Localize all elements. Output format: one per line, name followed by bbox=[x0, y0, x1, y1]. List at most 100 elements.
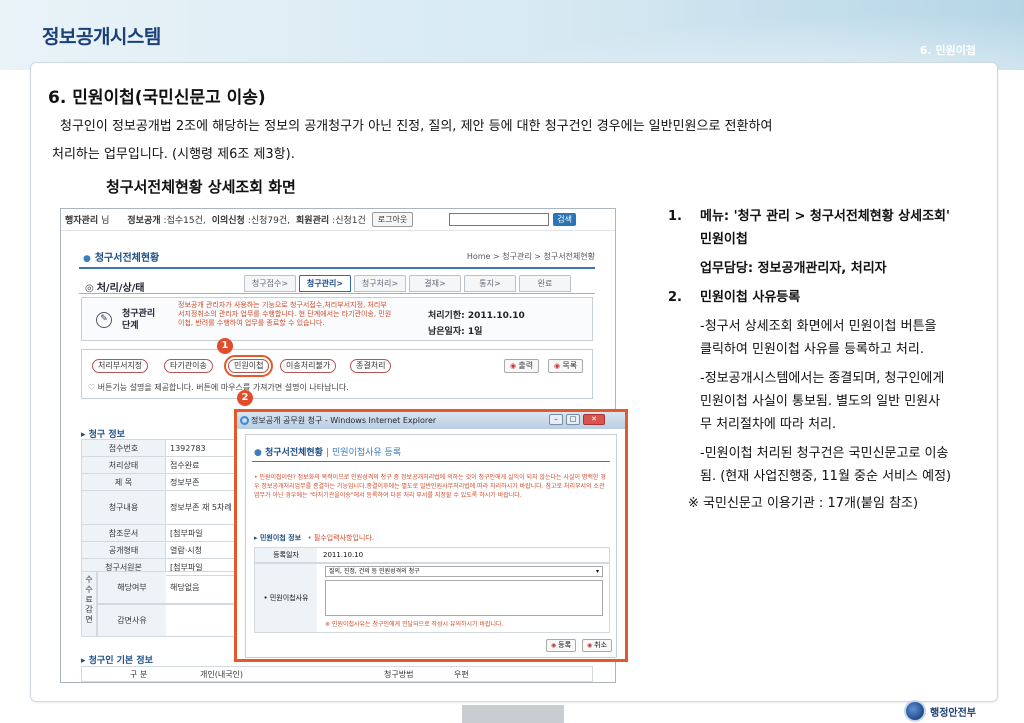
list-button[interactable]: 목록 bbox=[548, 359, 584, 373]
required-note: • 필수입력사항입니다. bbox=[307, 534, 375, 542]
item-number: 1. bbox=[668, 209, 682, 224]
fee-reason-row: 감면사유 bbox=[97, 604, 241, 637]
slide-title: 정보공개시스템 bbox=[42, 26, 161, 48]
transfer-unavailable-button[interactable]: 이송처리불가 bbox=[280, 359, 337, 373]
cancel-button[interactable]: 취소 bbox=[582, 639, 613, 652]
row-label: 처리상태 bbox=[81, 456, 166, 474]
row-value: 1392783 bbox=[165, 439, 241, 457]
top-status-bar: 행자관리 님 정보공개 :접수15건, 이의신청 :신청79건, 회원관리 :신… bbox=[61, 209, 615, 231]
table-row: 제 목 정보부존 bbox=[81, 473, 241, 491]
step-marker-2: 2 bbox=[237, 390, 253, 406]
civil-petition-transfer-button[interactable]: 민원이첩 bbox=[223, 355, 274, 377]
explanation-paragraph: -민원이첩 처리된 청구건은 국민신문고로 이송됨. (현재 사업진행중, 11… bbox=[700, 446, 952, 484]
popup-description: • 민원이첩이란? 정보화의 목적이므로 민원성격의 청구 중 정보공개처리법에… bbox=[254, 474, 606, 499]
requester-type-label: 구 분 bbox=[130, 670, 148, 679]
step-marker-1: 1 bbox=[217, 338, 233, 354]
search-button[interactable]: 검색 bbox=[553, 213, 576, 226]
footer-bar bbox=[462, 705, 564, 723]
tab-complete[interactable]: 완료 bbox=[519, 275, 571, 292]
petition-info-title: 민원이첩 정보 bbox=[259, 534, 302, 542]
close-process-button[interactable]: 종결처리 bbox=[350, 359, 392, 373]
row-value[interactable]: [첨부파일 bbox=[165, 524, 241, 542]
popup-window-title: 정보공개 공무원 청구 - Windows Internet Explorer bbox=[251, 416, 437, 425]
row-label: 제 목 bbox=[81, 473, 166, 491]
user-suffix: 님 bbox=[101, 216, 110, 226]
popup-divider bbox=[252, 461, 610, 462]
tab-approval[interactable]: 결재> bbox=[409, 275, 461, 292]
slide-header: 정보공개시스템 6. 민원이첩 bbox=[0, 0, 1024, 70]
header-decoration bbox=[424, 0, 1024, 70]
requester-info-heading: 청구인 기본 정보 bbox=[81, 653, 153, 666]
row-label: 청구내용 bbox=[81, 490, 166, 525]
row-value: 정보부존 bbox=[165, 473, 241, 491]
explanation-paragraph: -정보공개시스템에서는 종결되며, 청구인에게 민원이첩 사실이 통보됨. 별도… bbox=[700, 371, 945, 432]
request-method-value: 우편 bbox=[454, 670, 469, 679]
ministry-name: 행정안전부 bbox=[930, 707, 976, 719]
list-item: 2. 민원이첩 사유등록 bbox=[668, 286, 952, 309]
browser-icon bbox=[240, 416, 249, 425]
logout-button[interactable]: 로그아웃 bbox=[371, 212, 414, 227]
register-button[interactable]: 등록 bbox=[546, 639, 577, 652]
minimize-icon[interactable]: – bbox=[549, 414, 563, 425]
row-value: 해당없음 bbox=[170, 583, 200, 592]
item-text: 메뉴: '청구 관리 > 청구서전체현황 상세조회' 민원이첩 bbox=[700, 209, 951, 247]
requester-info-row: 구 분 개인(내국인) 청구방법 우편 bbox=[81, 666, 593, 682]
heading-divider bbox=[79, 267, 595, 269]
row-label: 해당여부 bbox=[98, 572, 166, 603]
status-stage-label: 청구관리 단계 bbox=[122, 309, 156, 331]
table-row: 공개형태 열람·시청 bbox=[81, 541, 241, 559]
item-subtext: 업무담당: 정보공개관리자, 처리자 bbox=[700, 261, 887, 276]
page-heading: 청구서전체현황 bbox=[83, 249, 159, 264]
popup-body: 청구서전체현황 | 민원이첩사유 등록 • 민원이첩이란? 정보화의 목적이므로… bbox=[245, 434, 617, 658]
info-count-value: :접수15건, bbox=[163, 216, 206, 226]
fee-reduction-label: 수수료감면 bbox=[81, 571, 97, 637]
registration-date-label: 등록일자 bbox=[255, 548, 317, 562]
tab-request-processing[interactable]: 청구처리> bbox=[354, 275, 406, 292]
petition-count-label: 이의신청 bbox=[211, 216, 245, 226]
maximize-icon[interactable]: □ bbox=[566, 414, 580, 425]
petition-transfer-popup: 정보공개 공무원 청구 - Windows Internet Explorer … bbox=[234, 409, 628, 662]
assign-department-button[interactable]: 처리부서지정 bbox=[92, 359, 149, 373]
button-hint: 버튼기능 설명을 제공합니다. 버튼에 마우스를 가져가면 설명이 나타납니다. bbox=[88, 382, 349, 393]
row-value: 정보부존 재 5차례 bbox=[165, 490, 241, 525]
ministry-emblem-icon bbox=[904, 700, 926, 722]
screen-subtitle: 청구서전체현황 상세조회 화면 bbox=[106, 178, 296, 196]
requester-type-value: 개인(내국인) bbox=[200, 670, 244, 679]
transfer-reason-textarea[interactable] bbox=[325, 580, 603, 616]
print-button[interactable]: 출력 bbox=[504, 359, 540, 373]
status-box: ✎ 청구관리 단계 정보공개 관리자가 사용하는 기능으로 청구서접수,처리부서… bbox=[81, 297, 593, 341]
member-count-value: :신청1건 bbox=[332, 216, 366, 226]
item-number: 2. bbox=[668, 290, 682, 305]
search-input[interactable] bbox=[449, 213, 550, 226]
section-title: 6. 민원이첩(국민신문고 이송) bbox=[48, 88, 266, 108]
row-label: 공개형태 bbox=[81, 541, 166, 559]
tab-request-receipt[interactable]: 청구접수> bbox=[244, 275, 296, 292]
reference-note: ※ 국민신문고 이용기관 : 17개(붙임 참조) bbox=[688, 496, 919, 511]
transfer-reason-select[interactable]: 질의, 진정, 건의 등 민원성격의 청구 bbox=[325, 566, 603, 577]
table-row: 청구내용 정보부존 재 5차례 bbox=[81, 490, 241, 525]
tab-notification[interactable]: 통지> bbox=[464, 275, 516, 292]
close-icon[interactable]: ✕ bbox=[583, 414, 605, 425]
user-name: 행자관리 bbox=[65, 216, 99, 226]
popup-heading-crumb: | 민원이첩사유 등록 bbox=[326, 448, 402, 458]
table-row: 처리상태 접수완료 bbox=[81, 456, 241, 474]
item-text: 민원이첩 사유등록 bbox=[700, 290, 801, 305]
explanation-paragraph: -청구서 상세조회 화면에서 민원이첩 버튼을 클릭하여 민원이첩 사유를 등록… bbox=[700, 319, 937, 357]
row-value: 접수완료 bbox=[165, 456, 241, 474]
action-button-row: 처리부서지정 타기관이송 민원이첩 이송처리불가 종결처리 출력 목록 버튼기능… bbox=[81, 349, 593, 399]
transfer-reason-label: • 민원이첩사유 bbox=[255, 564, 317, 632]
transfer-agency-button[interactable]: 타기관이송 bbox=[164, 359, 213, 373]
list-item: 1. 메뉴: '청구 관리 > 청구서전체현황 상세조회' 민원이첩 bbox=[668, 205, 952, 251]
intro-line-2: 처리하는 업무입니다. (시행령 제6조 제3항). bbox=[52, 147, 295, 162]
deadline-text: 처리기한: 2011.10.10 bbox=[428, 311, 525, 321]
fee-applicable-row: 해당여부 해당없음 bbox=[97, 571, 241, 604]
request-method-label: 청구방법 bbox=[384, 670, 414, 679]
tab-request-management[interactable]: 청구관리> bbox=[299, 275, 351, 292]
row-label: 접수번호 bbox=[81, 439, 166, 457]
petition-count-value: :신청79건, bbox=[247, 216, 291, 226]
popup-heading-title: 청구서전체현황 bbox=[265, 448, 323, 458]
row-label: 참조문서 bbox=[81, 524, 166, 542]
row-label: 감면사유 bbox=[98, 605, 166, 636]
intro-text: 청구인이 정보공개법 2조에 해당하는 정보의 공개청구가 아닌 진정, 질의,… bbox=[52, 113, 952, 169]
request-info-table: 접수번호 1392783 처리상태 접수완료 제 목 정보부존 청구내용 정보부존 재 … bbox=[81, 439, 241, 576]
